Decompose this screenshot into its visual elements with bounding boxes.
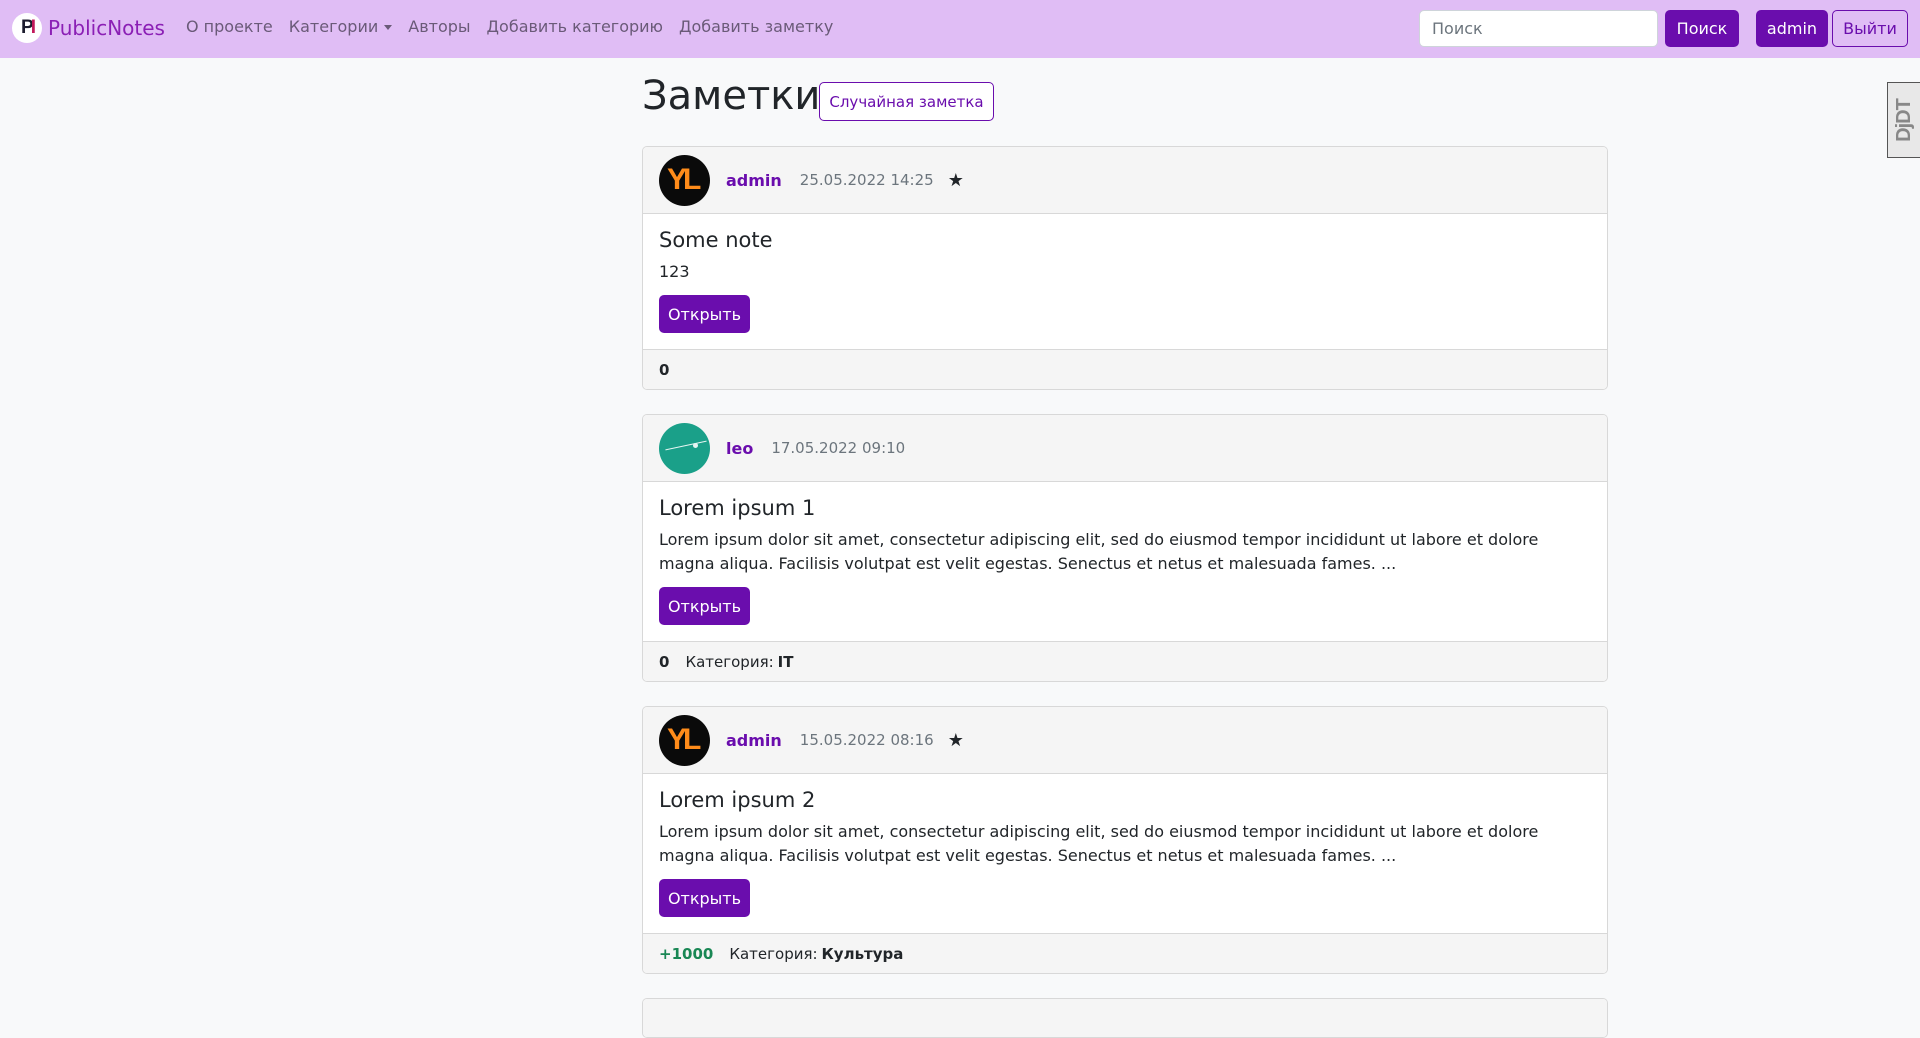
avatar[interactable]: [659, 422, 710, 474]
note-card: YL admin 15.05.2022 08:16 ★ Lorem ipsum …: [642, 706, 1608, 974]
note-card-body: Lorem ipsum 1 Lorem ipsum dolor sit amet…: [643, 482, 1607, 641]
note-card-footer: 0: [643, 349, 1607, 389]
category-link[interactable]: IT: [778, 653, 794, 671]
open-note-button[interactable]: Открыть: [659, 587, 750, 625]
nav-links: О проекте Категории Авторы Добавить кате…: [186, 17, 849, 36]
author-link[interactable]: admin: [726, 171, 782, 190]
nav-link-categories[interactable]: Категории: [288, 17, 393, 36]
category-label: Категория:: [729, 944, 818, 963]
random-note-button[interactable]: Случайная заметка: [819, 82, 994, 121]
note-date: 25.05.2022 14:25: [799, 171, 934, 189]
note-card: YL admin 25.05.2022 14:25 ★ Some note 12…: [642, 146, 1608, 390]
author-link[interactable]: admin: [726, 731, 782, 750]
page-title: Заметки: [642, 73, 821, 119]
user-profile-button[interactable]: admin: [1756, 10, 1828, 47]
open-note-button[interactable]: Открыть: [659, 295, 750, 333]
note-text: Lorem ipsum dolor sit amet, consectetur …: [659, 530, 1539, 573]
avatar[interactable]: YL: [659, 714, 710, 766]
note-score: +1000: [659, 944, 714, 963]
star-icon: ★: [947, 729, 964, 751]
nav-link-add-category[interactable]: Добавить категорию: [487, 17, 663, 36]
note-title: Some note: [659, 228, 773, 252]
brand-link[interactable]: PI PublicNotes: [12, 13, 165, 43]
note-card-body: Some note 123 Открыть: [643, 214, 1607, 349]
search-button[interactable]: Поиск: [1665, 10, 1739, 47]
nav-link-about[interactable]: О проекте: [186, 17, 273, 36]
note-date: 15.05.2022 08:16: [799, 731, 934, 749]
note-card: [642, 998, 1608, 1038]
nav-link-authors[interactable]: Авторы: [408, 17, 470, 36]
note-date: 17.05.2022 09:10: [771, 439, 906, 457]
note-text: 123: [659, 262, 690, 281]
navbar: PI PublicNotes О проекте Категории Автор…: [0, 0, 1920, 58]
debug-toolbar-tab[interactable]: DjDT: [1887, 82, 1920, 158]
note-score: 0: [659, 360, 670, 379]
note-title: Lorem ipsum 1: [659, 496, 816, 520]
note-score: 0: [659, 652, 670, 671]
chevron-down-icon: [384, 25, 393, 30]
search-input[interactable]: [1419, 10, 1658, 47]
note-card: leo 17.05.2022 09:10 Lorem ipsum 1 Lorem…: [642, 414, 1608, 682]
brand-name: PublicNotes: [48, 16, 165, 40]
note-card-body: Lorem ipsum 2 Lorem ipsum dolor sit amet…: [643, 774, 1607, 933]
logout-button[interactable]: Выйти: [1832, 10, 1908, 47]
note-card-footer: 0 Категория: IT: [643, 641, 1607, 681]
brand-logo-icon: PI: [12, 13, 42, 43]
note-text: Lorem ipsum dolor sit amet, consectetur …: [659, 822, 1539, 865]
nav-link-categories-label: Категории: [288, 17, 379, 36]
star-icon: ★: [947, 169, 964, 191]
avatar[interactable]: YL: [659, 154, 710, 206]
note-card-header: leo 17.05.2022 09:10: [643, 415, 1607, 482]
note-card-footer: +1000 Категория: Культура: [643, 933, 1607, 973]
category-link[interactable]: Культура: [822, 945, 904, 963]
category-label: Категория:: [685, 652, 774, 671]
author-link[interactable]: leo: [726, 439, 753, 458]
open-note-button[interactable]: Открыть: [659, 879, 750, 917]
nav-link-add-note[interactable]: Добавить заметку: [679, 17, 833, 36]
note-title: Lorem ipsum 2: [659, 788, 816, 812]
note-card-header: YL admin 15.05.2022 08:16 ★: [643, 707, 1607, 774]
note-card-header: YL admin 25.05.2022 14:25 ★: [643, 147, 1607, 214]
note-card-header: [643, 999, 1607, 1037]
debug-toolbar-label: DjDT: [1892, 98, 1915, 142]
